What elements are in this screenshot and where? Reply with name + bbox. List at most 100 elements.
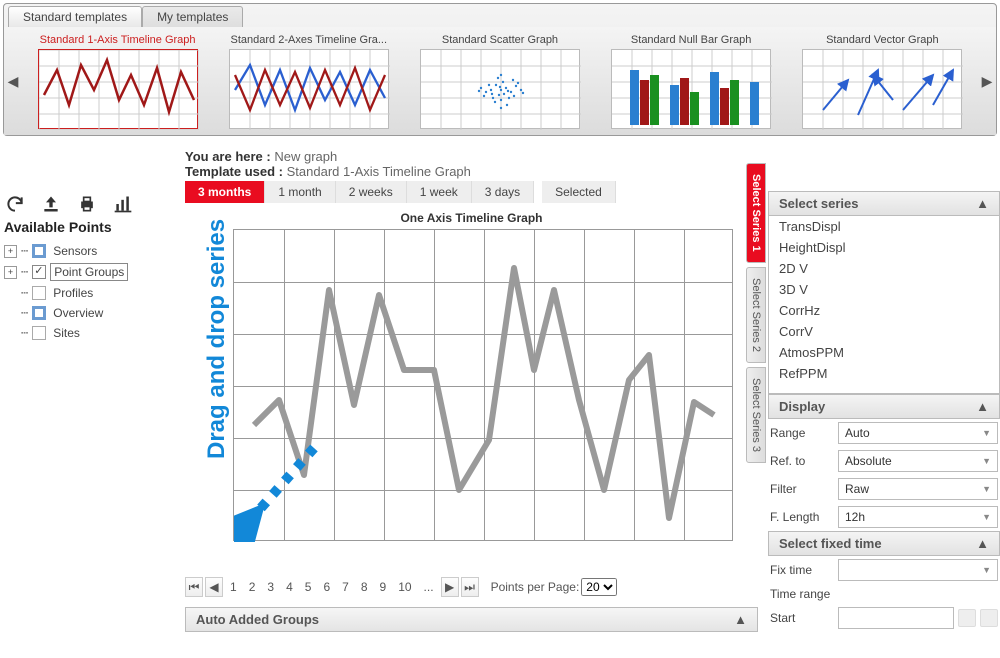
tree-expand-icon[interactable]: +	[4, 245, 17, 258]
series-item[interactable]: AtmosPPM	[769, 342, 999, 363]
upload-icon[interactable]	[40, 193, 62, 215]
pager-page[interactable]: 8	[356, 578, 373, 596]
pager-page[interactable]: 6	[318, 578, 335, 596]
series-item[interactable]: CorrHz	[769, 300, 999, 321]
thumb-2axes-timeline[interactable]: Standard 2-Axes Timeline Gra...	[221, 34, 397, 129]
series-item[interactable]: 3D V	[769, 279, 999, 300]
refresh-icon[interactable]	[4, 193, 26, 215]
chevron-down-icon: ▼	[982, 565, 991, 575]
pager-next-button[interactable]: ▶	[441, 577, 459, 597]
pager-page[interactable]: 2	[244, 578, 261, 596]
side-tab-series1[interactable]: Select Series 1	[746, 163, 766, 263]
tab-my-templates[interactable]: My templates	[142, 6, 243, 27]
series-item[interactable]: TransDispl	[769, 216, 999, 237]
points-tree: +┄Sensors +┄Point Groups ┄Profiles ┄Over…	[4, 241, 171, 343]
pager-page[interactable]: 3	[262, 578, 279, 596]
series-side-tabs: Select Series 1 Select Series 2 Select S…	[746, 163, 766, 463]
tree-sites[interactable]: ┄Sites	[4, 323, 171, 343]
chevron-down-icon: ▼	[982, 456, 991, 466]
start-input[interactable]	[838, 607, 954, 629]
pager-page[interactable]: 7	[337, 578, 354, 596]
clock-icon[interactable]	[980, 609, 998, 627]
tab-standard-templates[interactable]: Standard templates	[8, 6, 142, 27]
folder-icon	[32, 326, 46, 340]
range-2weeks[interactable]: 2 weeks	[336, 181, 407, 203]
display-header[interactable]: Display▲	[768, 394, 1000, 419]
drag-drop-label: Drag and drop series	[203, 219, 231, 459]
pager-page[interactable]: 1	[225, 578, 242, 596]
thumb-vector[interactable]: Standard Vector Graph	[794, 34, 970, 129]
breadcrumb: You are here : New graph Template used :…	[185, 149, 758, 179]
pager-page[interactable]: 4	[281, 578, 298, 596]
collapse-icon: ▲	[734, 612, 747, 627]
ppp-label: Points per Page:	[491, 580, 580, 594]
series-item[interactable]: 2D V	[769, 258, 999, 279]
series-item[interactable]: CorrV	[769, 321, 999, 342]
side-tab-series2[interactable]: Select Series 2	[746, 267, 766, 363]
tree-profiles[interactable]: ┄Profiles	[4, 283, 171, 303]
series-item[interactable]: HeightDispl	[769, 237, 999, 258]
filter-select[interactable]: Raw▼	[838, 478, 998, 500]
timerange-label: Time range	[770, 587, 834, 601]
auto-added-groups-panel[interactable]: Auto Added Groups ▲	[185, 607, 758, 632]
chevron-down-icon: ▼	[982, 512, 991, 522]
tree-overview[interactable]: ┄Overview	[4, 303, 171, 323]
flength-label: F. Length	[770, 510, 834, 524]
chevron-down-icon: ▼	[982, 428, 991, 438]
template-strip: Standard templates My templates ◀ Standa…	[3, 3, 997, 136]
refto-label: Ref. to	[770, 454, 834, 468]
stats-icon[interactable]	[112, 193, 134, 215]
pager-more[interactable]: ...	[419, 578, 439, 596]
thumbs-prev-button[interactable]: ◀	[4, 73, 22, 90]
pager-page[interactable]: 10	[393, 578, 416, 596]
thumb-1axis-timeline[interactable]: Standard 1-Axis Timeline Graph	[30, 34, 206, 129]
pager-page[interactable]: 9	[375, 578, 392, 596]
pager-first-button[interactable]: ⏮	[185, 577, 203, 597]
range-1month[interactable]: 1 month	[265, 181, 335, 203]
folder-icon	[32, 286, 46, 300]
collapse-icon: ▲	[976, 399, 989, 414]
flength-select[interactable]: 12h▼	[838, 506, 998, 528]
folder-icon	[32, 306, 46, 320]
refto-select[interactable]: Absolute▼	[838, 450, 998, 472]
chart-area: One Axis Timeline Graph Drag and drop se…	[185, 211, 758, 541]
left-toolbar	[4, 193, 171, 215]
range-label: Range	[770, 426, 834, 440]
pager-page[interactable]: 5	[300, 578, 317, 596]
available-points-title: Available Points	[4, 219, 171, 235]
folder-icon	[32, 244, 46, 258]
thumb-bar[interactable]: Standard Null Bar Graph	[603, 34, 779, 129]
pager-last-button[interactable]: ⏭	[461, 577, 479, 597]
range-3months[interactable]: 3 months	[185, 181, 265, 203]
calendar-icon[interactable]	[958, 609, 976, 627]
chart-plot[interactable]	[233, 229, 733, 541]
tree-point-groups[interactable]: +┄Point Groups	[4, 261, 171, 283]
chevron-down-icon: ▼	[982, 484, 991, 494]
thumbs-next-button[interactable]: ▶	[978, 73, 996, 90]
chart-title: One Axis Timeline Graph	[185, 211, 758, 225]
side-tab-series3[interactable]: Select Series 3	[746, 367, 766, 463]
tree-sensors[interactable]: +┄Sensors	[4, 241, 171, 261]
tree-expand-icon[interactable]: +	[4, 266, 17, 279]
series-item[interactable]: RefPPM	[769, 363, 999, 384]
pager-prev-button[interactable]: ◀	[205, 577, 223, 597]
filter-label: Filter	[770, 482, 834, 496]
range-1week[interactable]: 1 week	[407, 181, 472, 203]
collapse-icon: ▲	[976, 196, 989, 211]
range-3days[interactable]: 3 days	[472, 181, 534, 203]
range-selected[interactable]: Selected	[542, 181, 616, 203]
print-icon[interactable]	[76, 193, 98, 215]
range-select[interactable]: Auto▼	[838, 422, 998, 444]
checkbox-checked-icon	[32, 265, 46, 279]
thumb-scatter[interactable]: Standard Scatter Graph	[412, 34, 588, 129]
time-range-tabs: 3 months 1 month 2 weeks 1 week 3 days S…	[185, 181, 758, 203]
template-thumbnails: Standard 1-Axis Timeline Graph Standard …	[22, 30, 978, 133]
start-label: Start	[770, 611, 834, 625]
fixtime-select[interactable]: ▼	[838, 559, 998, 581]
thumb-1axis-icon	[39, 50, 199, 130]
select-series-header[interactable]: Select series▲	[768, 191, 1000, 216]
series-list[interactable]: TransDispl HeightDispl 2D V 3D V CorrHz …	[768, 216, 1000, 394]
collapse-icon: ▲	[976, 536, 989, 551]
ppp-select[interactable]: 20	[581, 578, 617, 596]
fixed-time-header[interactable]: Select fixed time▲	[768, 531, 1000, 556]
